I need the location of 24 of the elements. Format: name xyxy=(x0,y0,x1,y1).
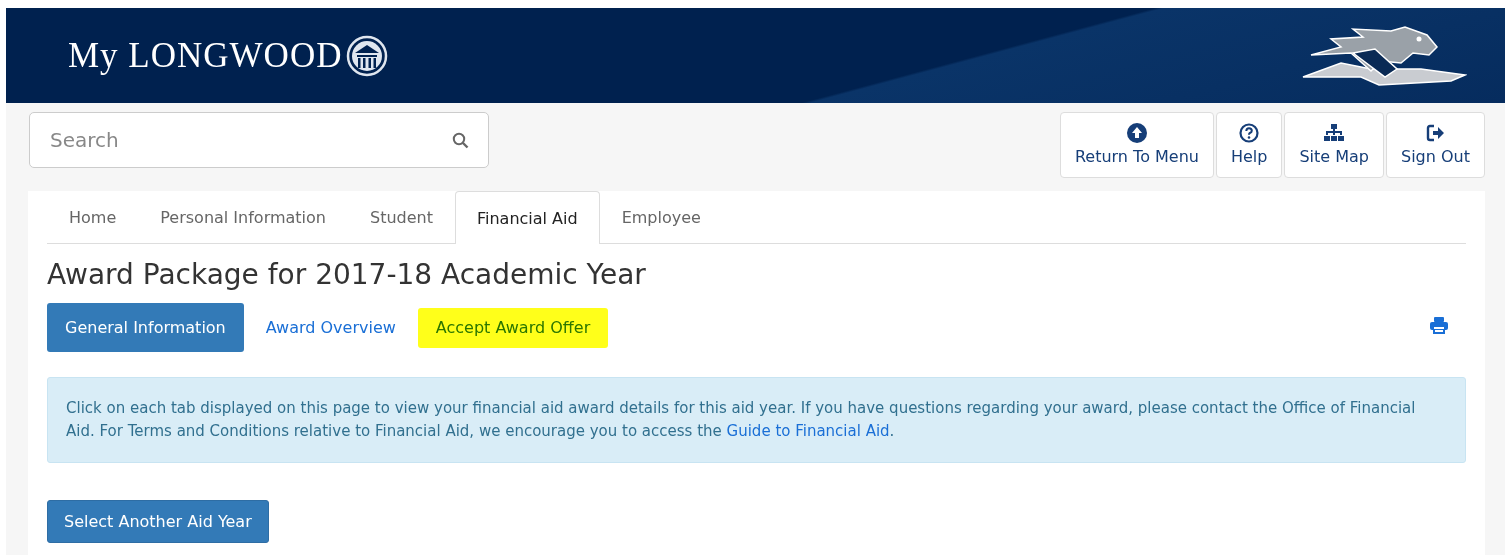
toolbar-button[interactable]: Site Map xyxy=(1284,112,1384,178)
page-title: Award Package for 2017-18 Academic Year xyxy=(47,258,647,291)
nav-tab[interactable]: Home xyxy=(47,191,139,243)
select-aid-year-button[interactable]: Select Another Aid Year xyxy=(47,500,269,543)
nav-tab[interactable]: Personal Information xyxy=(138,191,348,243)
section-link[interactable]: Accept Award Offer xyxy=(417,307,609,348)
help-icon xyxy=(1239,123,1260,143)
seal-icon xyxy=(346,34,389,77)
toolbar-button[interactable]: Help xyxy=(1215,112,1283,178)
toolbar-button[interactable]: Sign Out xyxy=(1386,112,1485,178)
nav-tab[interactable]: Financial Aid xyxy=(454,191,600,244)
search-icon xyxy=(452,132,469,149)
sign-out-icon xyxy=(1425,123,1446,143)
sitemap-icon xyxy=(1323,123,1346,143)
section-link[interactable]: Award Overview xyxy=(247,303,414,352)
nav-tab[interactable]: Student xyxy=(347,191,455,243)
print-icon[interactable] xyxy=(1430,317,1448,334)
nav-tab[interactable]: Employee xyxy=(599,191,723,243)
logo-text: My LONGWOOD xyxy=(68,35,343,76)
section-tab[interactable]: General Information xyxy=(47,303,244,352)
toolbar-button[interactable]: Return To Menu xyxy=(1059,112,1214,178)
search-field[interactable]: Search xyxy=(29,112,489,168)
info-message: Click on each tab displayed on this page to view your financial aid award details for this aid year. If you have questions regarding your award, please contact the Office of Financial Aid. For Terms and Conditions relative to Financial Aid, we encourage you to access the Guide to Financial Aid. xyxy=(47,377,1466,463)
guide-link[interactable]: Guide to Financial Aid xyxy=(726,422,890,440)
